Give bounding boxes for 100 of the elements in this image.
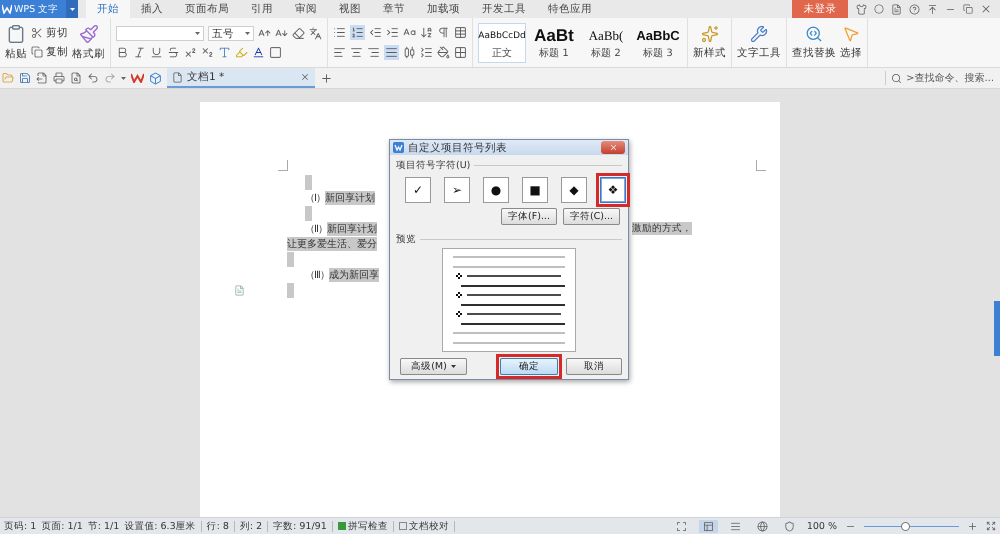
phonetic-icon[interactable] (309, 27, 322, 40)
font-size-field[interactable]: 五号 (208, 26, 254, 41)
new-tab-icon[interactable] (320, 72, 333, 84)
restore-icon[interactable] (963, 4, 973, 14)
ok-button[interactable]: 确定 (500, 358, 558, 375)
ribbon-tab[interactable]: 审阅 (284, 0, 328, 18)
select-button[interactable]: 选择 (840, 25, 862, 60)
font-color-icon[interactable] (252, 46, 265, 59)
app-menu-button[interactable]: WPS 文字 (0, 0, 78, 18)
outdent-icon[interactable] (369, 26, 382, 39)
skin-icon[interactable] (856, 4, 867, 14)
bullet-symbol-option[interactable]: ● (483, 177, 509, 203)
close-icon[interactable] (980, 3, 992, 15)
bullet-symbol-option[interactable]: ■ (522, 177, 548, 203)
collapse-icon[interactable] (927, 4, 938, 14)
status-field: 节: 1/1 (88, 520, 120, 532)
justify-icon[interactable] (385, 46, 398, 59)
eraser-icon[interactable] (292, 27, 305, 40)
distribute-icon[interactable] (403, 46, 416, 59)
bullet-symbol-option[interactable]: ◆ (561, 177, 587, 203)
logo-icon (393, 142, 404, 153)
borders-icon[interactable] (454, 46, 467, 59)
font-button[interactable]: 字体(F)... (501, 208, 557, 225)
format-painter-button[interactable]: 格式刷 (72, 24, 105, 61)
undo-icon[interactable] (87, 72, 99, 84)
shading-icon[interactable] (269, 46, 282, 59)
copy-button[interactable]: 复制 (31, 45, 68, 59)
export-icon[interactable] (36, 72, 48, 84)
style-preset[interactable]: AaBb( 标题 2 (582, 22, 630, 62)
copy-icon (31, 46, 43, 58)
ribbon-tab[interactable]: 插入 (130, 0, 174, 18)
align-left-icon[interactable] (333, 46, 346, 59)
status-toggle[interactable]: 文档校对 (398, 520, 449, 532)
paintbrush-icon (78, 24, 98, 44)
pilcrow-icon[interactable] (437, 26, 450, 39)
close-icon[interactable] (300, 72, 310, 82)
align-right-icon[interactable] (367, 46, 380, 59)
save-icon[interactable] (19, 72, 31, 84)
character-button[interactable]: 字符(C)... (563, 208, 620, 225)
help-icon[interactable] (909, 4, 920, 14)
ribbon-tab[interactable]: 开发工具 (471, 0, 537, 18)
underline-icon[interactable] (150, 46, 163, 59)
text-tools-button[interactable]: 文字工具 (737, 25, 781, 60)
list-number: （II） (305, 222, 327, 236)
new-style-button[interactable]: 新样式 (693, 25, 726, 60)
align-center-icon[interactable] (350, 46, 363, 59)
document-tab[interactable]: 文档1 * (167, 68, 315, 88)
line-spacing-icon[interactable] (420, 46, 433, 59)
bold-icon[interactable] (116, 46, 129, 59)
advanced-button[interactable]: 高级(M) (400, 358, 467, 375)
ribbon-tab[interactable]: 页面布局 (174, 0, 240, 18)
document-icon[interactable] (891, 4, 902, 14)
status-toggle[interactable]: 拼写检查 (338, 520, 388, 532)
view-icon (702, 520, 714, 532)
style-preset[interactable]: AaBt 标题 1 (530, 22, 578, 62)
caret-icon (245, 32, 250, 35)
ribbon-tab[interactable]: 特色应用 (537, 0, 603, 18)
search-field[interactable]: >查找命令、搜索... (885, 71, 1000, 85)
paste-button[interactable]: 粘贴 (5, 24, 27, 61)
paragraph-mark (287, 252, 294, 268)
sort-icon[interactable] (420, 26, 433, 39)
group-label: 预览 (396, 232, 416, 246)
magnifier-icon (805, 25, 823, 43)
indent-icon[interactable] (386, 26, 399, 39)
logo-icon (2, 4, 12, 14)
ribbon-tab[interactable]: 开始 (86, 0, 130, 18)
strikethrough-icon[interactable] (167, 46, 180, 59)
bullet-symbol-option[interactable]: ✓ (405, 177, 431, 203)
ribbon-tab[interactable]: 加载项 (416, 0, 471, 18)
bullet-symbol-option[interactable]: ➢ (444, 177, 470, 203)
ribbon-tab[interactable]: 章节 (372, 0, 416, 18)
text-effect-icon[interactable] (218, 46, 231, 59)
close-button[interactable] (601, 141, 625, 154)
document-icon (172, 72, 183, 82)
zoom-in-icon[interactable] (967, 520, 978, 532)
logo-icon[interactable] (131, 73, 144, 83)
paint-bucket-icon[interactable] (437, 46, 450, 59)
subscript-icon[interactable] (201, 46, 214, 59)
style-preset[interactable]: AaBbC 标题 3 (634, 22, 682, 62)
zoom-level: 100 % (806, 520, 837, 532)
view-button[interactable] (698, 520, 718, 532)
print-preview-icon[interactable] (70, 72, 82, 84)
cancel-button[interactable]: 取消 (566, 358, 622, 375)
find-replace-button[interactable]: 查找替换 (792, 25, 836, 60)
numbered-list-icon[interactable] (351, 26, 364, 39)
print-icon[interactable] (53, 72, 65, 84)
cursor-icon (842, 25, 860, 43)
cut-button[interactable]: 剪切 (31, 26, 68, 40)
ribbon-tab[interactable]: 视图 (328, 0, 372, 18)
bullet-symbol-option[interactable]: ❖ (600, 177, 626, 203)
table-icon[interactable] (454, 26, 467, 39)
superscript-icon[interactable] (184, 46, 197, 59)
fit-icon[interactable] (986, 521, 996, 531)
cube-icon[interactable] (149, 72, 162, 84)
caret-icon (450, 365, 456, 368)
italic-icon[interactable] (133, 46, 146, 59)
style-preset[interactable]: AaBbCcDd 正文 (478, 22, 526, 62)
caret-icon (70, 8, 74, 10)
font-name-field[interactable] (116, 26, 204, 41)
ribbon-tab[interactable]: 引用 (240, 0, 284, 18)
